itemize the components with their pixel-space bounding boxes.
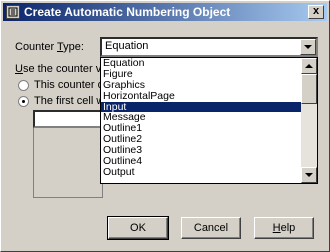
chevron-down-icon [305,173,313,177]
scroll-up-button[interactable] [301,58,317,74]
title-bar[interactable]: Create Automatic Numbering Object x [3,3,327,21]
cell-input[interactable] [33,110,103,128]
dropdown-arrow-button[interactable] [300,39,316,55]
close-icon: x [312,5,320,17]
counter-type-select[interactable]: Equation [100,37,318,57]
scroll-thumb[interactable] [301,74,317,104]
cancel-button[interactable]: Cancel [181,217,241,239]
dropdown-options: Equation Figure Graphics HorizontalPage Inpu… [101,58,303,178]
counter-type-label: Counter Type: [15,41,84,53]
close-button[interactable]: x [308,5,324,19]
dropdown-option[interactable]: Output [101,166,303,178]
scroll-down-button[interactable] [301,167,317,183]
counter-type-value: Equation [105,40,149,52]
radio-first-cell-label: The first cell wit [34,95,110,107]
radio-this-counter[interactable] [18,80,29,91]
radio-first-cell[interactable] [18,96,29,107]
dropdown-scrollbar[interactable] [301,58,317,183]
use-counter-label: Use the counter val [15,63,110,75]
chevron-up-icon [305,64,313,68]
cell-list[interactable] [33,128,103,198]
dropdown-option[interactable]: HorizontalPage [101,90,303,102]
radio-this-counter-label: This counter ob [34,79,110,91]
chevron-down-icon [304,45,312,49]
ok-button[interactable]: OK [107,216,169,240]
counter-type-dropdown-list[interactable]: Equation Figure Graphics HorizontalPage Inpu… [100,57,318,184]
app-icon [6,5,20,19]
window-title: Create Automatic Numbering Object [24,5,231,19]
help-button[interactable]: Help [254,217,314,239]
dialog-window: Create Automatic Numbering Object x Coun… [0,0,330,252]
